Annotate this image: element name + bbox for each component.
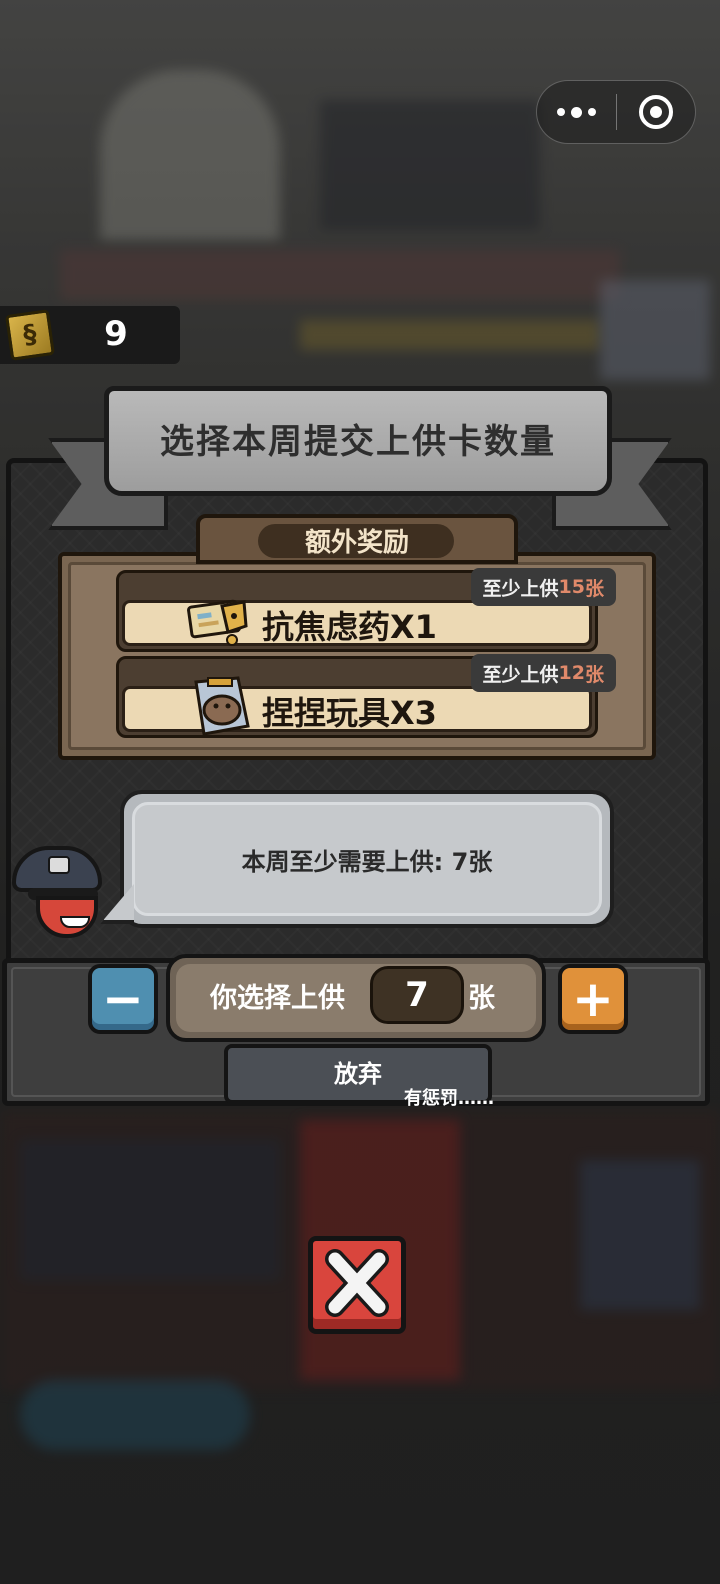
bonus-label: 额外奖励 [304, 528, 409, 558]
requirement-number: 12 [558, 662, 585, 684]
medicine-pack-icon [187, 599, 248, 646]
decrease-button[interactable]: − [88, 964, 158, 1034]
penalty-note: 有惩罚…… [404, 1088, 494, 1109]
requirement-unit: 张 [584, 663, 604, 686]
quantity-label: 你选择上供 [210, 983, 345, 1014]
requirement-prefix: 至少上供 [482, 663, 559, 686]
quantity-unit: 张 [468, 983, 495, 1014]
officer-avatar [8, 842, 108, 942]
panel-title: 选择本周提交上供卡数量 [160, 422, 556, 462]
increase-button[interactable]: + [558, 964, 628, 1034]
requirement-unit: 张 [584, 577, 604, 600]
reward-name: 捏捏玩具X3 [262, 694, 437, 732]
close-button[interactable] [308, 1236, 406, 1334]
requirement-prefix: 至少上供 [482, 577, 559, 600]
close-icon [325, 1249, 389, 1317]
reward-name: 抗焦虑药X1 [262, 608, 437, 646]
squeeze-toy-icon [194, 676, 250, 736]
more-options-button[interactable] [537, 81, 616, 143]
reward-item: 捏捏玩具X3 至少上供 12 张 [116, 654, 616, 738]
reward-item: 抗焦虑药X1 至少上供 15 张 [116, 568, 616, 652]
requirement-badge: 至少上供 15 张 [470, 568, 616, 606]
tribute-card-icon: § [5, 309, 55, 361]
quantity-value[interactable]: 7 [370, 966, 464, 1024]
card-count: 9 [104, 314, 128, 354]
exit-miniprogram-button[interactable] [617, 81, 696, 143]
tribute-card-counter: § 9 [0, 306, 180, 364]
target-icon [638, 95, 673, 129]
miniprogram-capsule [536, 80, 696, 144]
hat-badge-icon [48, 856, 70, 874]
requirement-badge: 至少上供 12 张 [470, 654, 616, 692]
minimum-requirement-message: 本周至少需要上供: 7张 [241, 848, 493, 876]
requirement-number: 15 [558, 576, 585, 598]
